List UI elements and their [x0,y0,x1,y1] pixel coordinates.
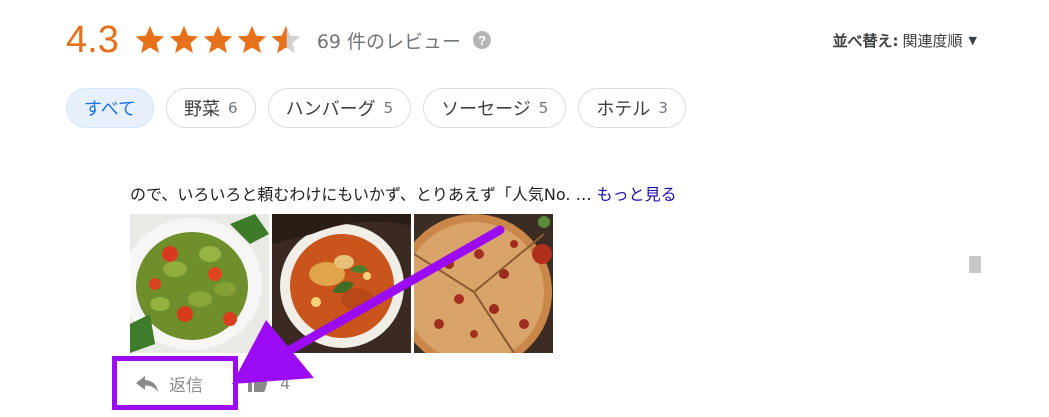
annotation-arrow [232,225,505,384]
